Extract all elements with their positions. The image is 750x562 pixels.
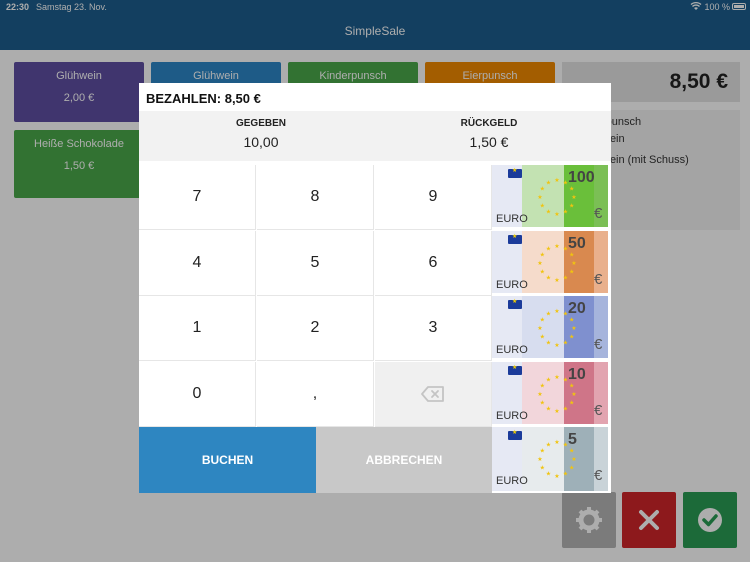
svg-text:★: ★	[563, 471, 568, 478]
svg-text:★: ★	[540, 203, 545, 210]
svg-text:★: ★	[540, 186, 545, 193]
keypad-key-2[interactable]: 2	[257, 296, 374, 361]
cancel-button[interactable]: ABBRECHEN	[316, 427, 492, 493]
keypad-key-5[interactable]: 5	[257, 231, 374, 296]
change-value: 1,50 €	[469, 134, 509, 150]
given-value: 10,00	[243, 134, 279, 150]
keypad-key-3[interactable]: 3	[375, 296, 492, 361]
svg-text:★: ★	[569, 269, 574, 276]
keypad-key-9[interactable]: 9	[375, 165, 492, 230]
banknote-euro-label: EURO	[496, 344, 528, 356]
svg-text:★: ★	[540, 334, 545, 341]
banknote-20[interactable]: ★★★★★★★★★★★★ 20 EURO €	[492, 296, 608, 360]
keypad-key-0[interactable]: 0	[139, 362, 256, 427]
svg-text:★: ★	[546, 471, 551, 478]
svg-text:★: ★	[569, 465, 574, 472]
svg-text:★: ★	[569, 334, 574, 341]
svg-text:★: ★	[546, 406, 551, 413]
banknote-value: 5	[568, 431, 577, 448]
svg-text:★: ★	[554, 374, 559, 381]
svg-text:★: ★	[537, 325, 542, 332]
backspace-button[interactable]	[375, 362, 492, 427]
banknote-value: 50	[568, 235, 586, 252]
change-label: RÜCKGELD	[460, 118, 518, 129]
eu-flag-icon	[508, 233, 522, 244]
eu-flag-icon	[508, 429, 522, 440]
svg-text:★: ★	[571, 194, 576, 201]
svg-text:★: ★	[554, 211, 559, 218]
svg-text:★: ★	[540, 252, 545, 259]
eu-flag-icon	[508, 167, 522, 178]
banknote-value: 10	[568, 366, 586, 383]
svg-text:★: ★	[554, 439, 559, 446]
euro-symbol: €	[594, 271, 603, 288]
svg-text:★: ★	[571, 391, 576, 398]
svg-text:★: ★	[540, 269, 545, 276]
svg-text:★: ★	[540, 465, 545, 472]
book-button[interactable]: BUCHEN	[139, 427, 316, 493]
svg-text:★: ★	[563, 340, 568, 347]
banknote-euro-label: EURO	[496, 410, 528, 422]
svg-text:★: ★	[554, 342, 559, 349]
banknote-50[interactable]: ★★★★★★★★★★★★ 50 EURO €	[492, 231, 608, 295]
svg-text:★: ★	[540, 317, 545, 324]
svg-text:★: ★	[546, 340, 551, 347]
given-section: GEGEBEN 10,00	[143, 111, 379, 150]
change-section: RÜCKGELD 1,50 €	[371, 111, 607, 150]
svg-text:★: ★	[537, 391, 542, 398]
banknote-euro-label: EURO	[496, 279, 528, 291]
backspace-icon	[421, 386, 444, 402]
given-label: GEGEBEN	[235, 118, 286, 129]
keypad-key-6[interactable]: 6	[375, 231, 492, 296]
svg-text:★: ★	[569, 400, 574, 407]
payment-dialog: BEZAHLEN: 8,50 € GEGEBEN 10,00 RÜCKGELD …	[139, 83, 611, 493]
svg-text:★: ★	[571, 325, 576, 332]
svg-text:★: ★	[563, 406, 568, 413]
svg-text:★: ★	[563, 209, 568, 216]
banknote-value: 20	[568, 300, 586, 317]
banknote-euro-label: EURO	[496, 213, 528, 225]
svg-text:★: ★	[546, 310, 551, 317]
euro-symbol: €	[594, 402, 603, 419]
svg-text:★: ★	[540, 400, 545, 407]
svg-text:★: ★	[563, 275, 568, 282]
svg-text:★: ★	[537, 194, 542, 201]
svg-text:★: ★	[554, 408, 559, 415]
banknote-10[interactable]: ★★★★★★★★★★★★ 10 EURO €	[492, 362, 608, 426]
svg-text:★: ★	[537, 456, 542, 463]
eu-flag-icon	[508, 298, 522, 309]
eu-flag-icon	[508, 364, 522, 375]
svg-text:★: ★	[546, 441, 551, 448]
banknote-100[interactable]: ★★★★★★★★★★★★ 100 EURO €	[492, 165, 608, 229]
svg-text:★: ★	[571, 260, 576, 267]
keypad-key-1[interactable]: 1	[139, 296, 256, 361]
banknote-euro-label: EURO	[496, 475, 528, 487]
euro-symbol: €	[594, 336, 603, 353]
svg-text:★: ★	[546, 376, 551, 383]
svg-text:★: ★	[540, 383, 545, 390]
svg-text:★: ★	[546, 179, 551, 186]
svg-text:★: ★	[537, 260, 542, 267]
keypad-key-4[interactable]: 4	[139, 231, 256, 296]
banknote-5[interactable]: ★★★★★★★★★★★★ 5 EURO €	[492, 427, 608, 491]
dialog-title: BEZAHLEN: 8,50 €	[146, 91, 261, 106]
svg-text:★: ★	[540, 448, 545, 455]
keypad-key-8[interactable]: 8	[257, 165, 374, 230]
svg-text:★: ★	[554, 473, 559, 480]
payment-summary: GEGEBEN 10,00 RÜCKGELD 1,50 €	[139, 111, 611, 161]
banknote-value: 100	[568, 169, 595, 186]
svg-text:★: ★	[546, 275, 551, 282]
euro-symbol: €	[594, 467, 603, 484]
keypad-key-comma[interactable]: ,	[257, 362, 374, 427]
keypad-key-7[interactable]: 7	[139, 165, 256, 230]
svg-text:★: ★	[554, 177, 559, 184]
svg-text:★: ★	[571, 456, 576, 463]
svg-text:★: ★	[546, 245, 551, 252]
svg-text:★: ★	[554, 243, 559, 250]
svg-text:★: ★	[569, 203, 574, 210]
svg-text:★: ★	[554, 277, 559, 284]
euro-symbol: €	[594, 205, 603, 222]
svg-text:★: ★	[546, 209, 551, 216]
svg-text:★: ★	[554, 308, 559, 315]
